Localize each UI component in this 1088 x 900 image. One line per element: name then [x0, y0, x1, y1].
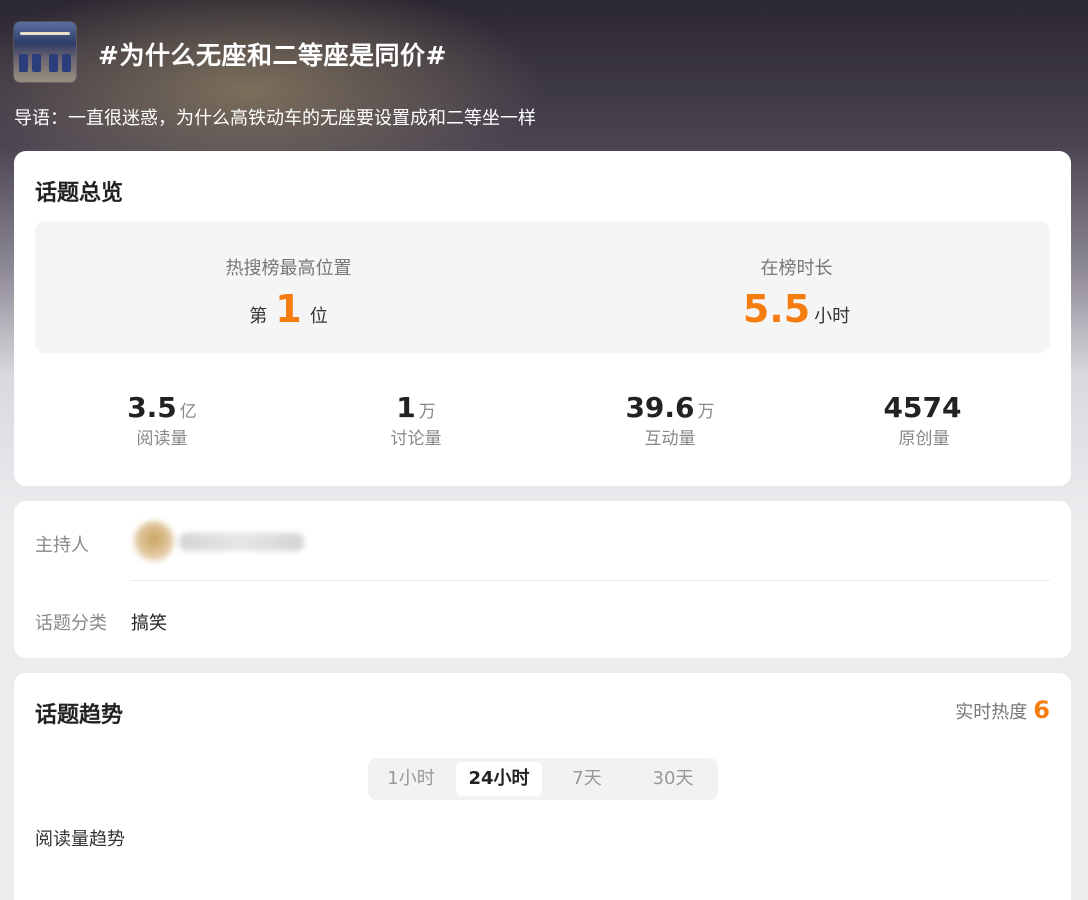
stat-label: 互动量	[644, 429, 696, 449]
realtime-heat: 实时热度 6	[955, 696, 1050, 724]
category-label: 话题分类	[35, 613, 107, 634]
stat-unit: 亿	[179, 402, 197, 422]
reads-trend-label: 阅读量趋势	[35, 829, 125, 850]
category-value: 搞笑	[131, 613, 167, 634]
stat-discussions: 1万 讨论量	[289, 391, 543, 449]
duration-block: 在榜时长 5.5 小时	[543, 221, 1050, 353]
info-card: 主持人 话题分类 搞笑	[14, 501, 1071, 658]
host-label: 主持人	[35, 535, 89, 556]
topic-thumbnail	[14, 22, 76, 82]
rank-suffix: 位	[309, 306, 328, 327]
stats-row: 3.5 亿 阅读量 1万 讨论量 39.6 万 互动量 4574 原创量	[35, 391, 1050, 461]
stat-unit: 万	[697, 402, 715, 422]
topic-title: #为什么无座和二等座是同价#	[98, 41, 447, 70]
rank-box: 热搜榜最高位置 第 1 位 在榜时长 5.5 小时	[35, 221, 1050, 353]
stat-value: 3.5	[127, 391, 177, 424]
stat-label: 原创量	[898, 429, 950, 449]
host-avatar[interactable]	[134, 521, 174, 561]
divider	[130, 580, 1050, 581]
overview-title: 话题总览	[35, 181, 124, 206]
tab-1-hour[interactable]: 1小时	[370, 762, 452, 796]
topic-header: #为什么无座和二等座是同价# 导语：一直很迷惑，为什么高铁动车的无座要设置成和二…	[0, 0, 1088, 150]
duration-label: 在榜时长	[760, 258, 833, 279]
tab-7-days[interactable]: 7天	[546, 762, 628, 796]
stat-value: 4574	[883, 391, 962, 424]
duration-value: 5.5 小时	[543, 287, 1050, 335]
host-name-blurred[interactable]	[179, 533, 304, 551]
stat-originals: 4574 原创量	[797, 391, 1051, 449]
rank-prefix: 第	[249, 306, 268, 327]
stat-label: 讨论量	[390, 429, 442, 449]
stat-reads: 3.5 亿 阅读量	[35, 391, 289, 449]
overview-card: 话题总览 热搜榜最高位置 第 1 位 在榜时长 5.5 小时 3.5 亿 阅读量 …	[14, 151, 1071, 486]
max-rank-value: 第 1 位	[35, 287, 542, 335]
tab-30-days[interactable]: 30天	[632, 762, 714, 796]
max-rank-block: 热搜榜最高位置 第 1 位	[35, 221, 542, 353]
trend-title: 话题趋势	[35, 703, 124, 728]
topic-intro: 导语：一直很迷惑，为什么高铁动车的无座要设置成和二等坐一样	[14, 108, 536, 129]
duration-number: 5.5	[742, 287, 811, 331]
heat-label: 实时热度	[955, 702, 1028, 723]
time-range-tabs: 1小时 24小时 7天 30天	[368, 758, 718, 800]
heat-value: 6	[1033, 696, 1050, 724]
stat-value: 1	[396, 391, 416, 424]
max-rank-label: 热搜榜最高位置	[225, 258, 352, 279]
stat-interactions: 39.6 万 互动量	[543, 391, 797, 449]
stat-unit: 万	[418, 402, 436, 422]
rank-number: 1	[275, 287, 302, 331]
duration-unit: 小时	[814, 306, 851, 327]
stat-value: 39.6	[625, 391, 695, 424]
tab-24-hours[interactable]: 24小时	[456, 762, 542, 796]
stat-label: 阅读量	[136, 429, 188, 449]
trend-card: 话题趋势 实时热度 6 1小时 24小时 7天 30天 阅读量趋势	[14, 673, 1071, 900]
